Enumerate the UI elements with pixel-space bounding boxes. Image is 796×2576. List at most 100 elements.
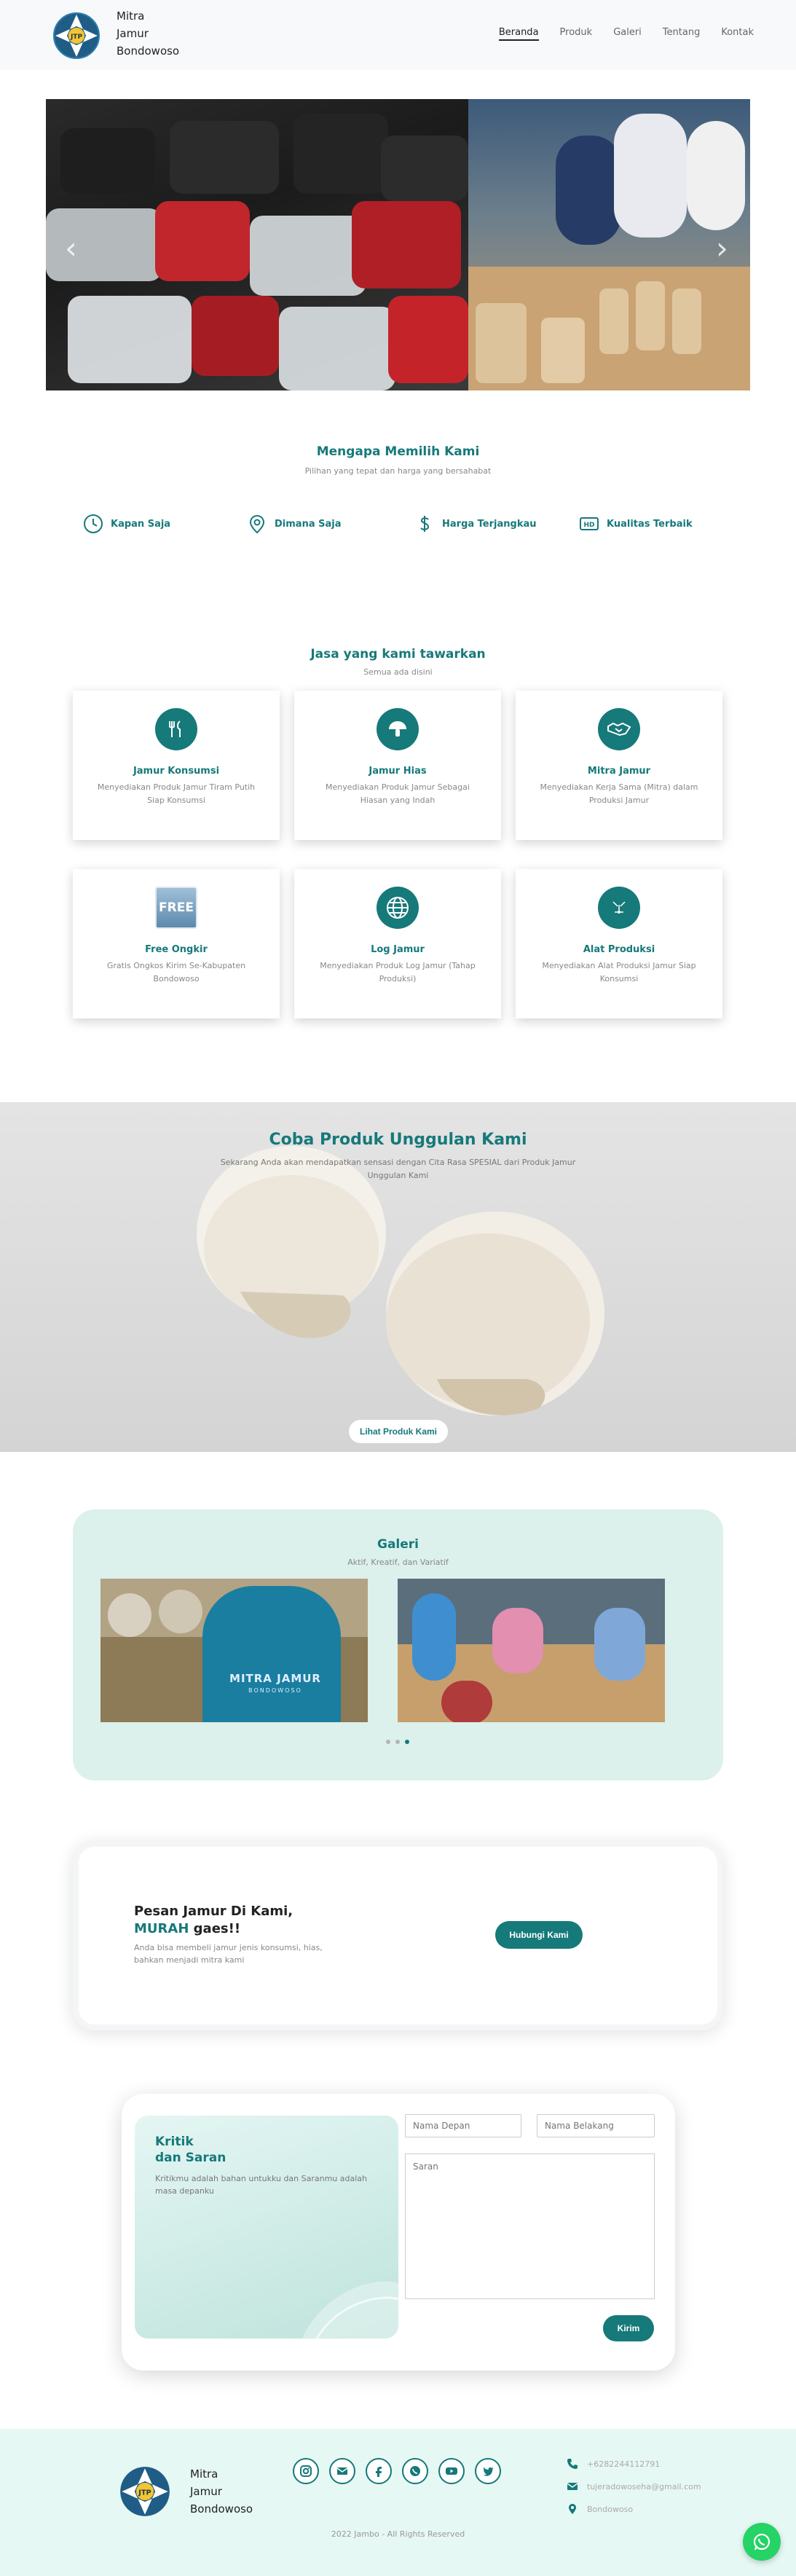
feedback-intro-panel: Kritik dan Saran Kritikmu adalah bahan u… bbox=[135, 2116, 398, 2339]
feature-anytime: Kapan Saja bbox=[83, 514, 170, 534]
footer-location[interactable]: Bondowoso bbox=[567, 2503, 701, 2515]
dollar-icon bbox=[420, 516, 430, 532]
promo-title: Coba Produk Unggulan Kami bbox=[269, 1131, 527, 1149]
nav-kontak[interactable]: Kontak bbox=[721, 27, 754, 41]
service-title: Log Jamur bbox=[371, 944, 425, 955]
handshake-icon bbox=[598, 708, 640, 750]
service-title: Jamur Konsumsi bbox=[133, 766, 220, 777]
nav-beranda[interactable]: Beranda bbox=[498, 27, 539, 41]
feature-quality: HD Kualitas Terbaik bbox=[579, 514, 693, 534]
nav-produk[interactable]: Produk bbox=[560, 27, 593, 41]
feature-label: Kapan Saja bbox=[111, 518, 171, 530]
promo-desc: Sekarang Anda akan mendapatkan sensasi d… bbox=[220, 1158, 576, 1180]
svg-text:JTP: JTP bbox=[138, 2489, 151, 2497]
gallery-subtitle: Aktif, Kreatif, dan Variatif bbox=[347, 1558, 449, 1567]
service-card-jamur-konsumsi[interactable]: Jamur Konsumsi Menyediakan Produk Jamur … bbox=[73, 691, 280, 840]
gallery-image-1[interactable]: MITRA JAMUR BONDOWOSO bbox=[101, 1579, 368, 1722]
service-desc: Menyediakan Produk Jamur Tiram Putih Sia… bbox=[97, 782, 256, 805]
brand-name[interactable]: Mitra Jamur Bondowoso bbox=[117, 7, 179, 60]
service-title: Jamur Hias bbox=[369, 766, 427, 777]
chevron-left-icon[interactable]: ‹ bbox=[65, 230, 77, 266]
footer-brand-3: Bondowoso bbox=[190, 2502, 253, 2516]
svg-text:HD: HD bbox=[583, 522, 594, 529]
hero-photo-mushroom-bags bbox=[46, 99, 468, 390]
whatsapp-float-button[interactable] bbox=[743, 2523, 781, 2561]
social-links bbox=[293, 2458, 501, 2484]
gallery-dot-2[interactable] bbox=[395, 1740, 400, 1744]
service-desc: Menyediakan Produk Jamur Sebagai Hiasan … bbox=[326, 782, 470, 805]
cta-line-1: Pesan Jamur Di Kami, bbox=[134, 1904, 293, 1919]
service-desc: Menyediakan Kerja Sama (Mitra) dalam Pro… bbox=[540, 782, 698, 805]
footer-email[interactable]: tujeradowoseha@gmail.com bbox=[567, 2481, 701, 2492]
last-name-input[interactable] bbox=[537, 2114, 655, 2137]
cta-heading: Pesan Jamur Di Kami, MURAH gaes!! bbox=[134, 1903, 293, 1938]
contact-us-button[interactable]: Hubungi Kami bbox=[495, 1921, 583, 1949]
footer-phone[interactable]: +6282244112791 bbox=[567, 2458, 701, 2470]
clock-icon bbox=[84, 514, 103, 533]
feedback-desc: Kritikmu adalah bahan untukku dan Saranm… bbox=[155, 2174, 368, 2196]
feedback-form-card: Kritik dan Saran Kritikmu adalah bahan u… bbox=[122, 2094, 675, 2371]
location-text: Bondowoso bbox=[587, 2504, 634, 2514]
instagram-icon[interactable] bbox=[293, 2458, 319, 2484]
youtube-icon[interactable] bbox=[438, 2458, 465, 2484]
cta-accent: MURAH bbox=[134, 1921, 189, 1936]
header: JTP Mitra Jamur Bondowoso Beranda Produk… bbox=[0, 0, 796, 70]
shirt-text: MITRA JAMUR bbox=[229, 1672, 321, 1685]
phone-icon bbox=[567, 2459, 578, 2469]
mushroom-icon bbox=[377, 708, 419, 750]
location-pin-icon bbox=[249, 514, 265, 534]
service-title: Free Ongkir bbox=[145, 944, 208, 955]
chevron-right-icon[interactable]: › bbox=[716, 230, 728, 266]
feature-label: Harga Terjangkau bbox=[442, 518, 537, 530]
free-badge-text: FREE bbox=[159, 900, 194, 915]
service-card-free-ongkir[interactable]: FREE Free Ongkir Gratis Ongkos Kirim Se-… bbox=[73, 869, 280, 1018]
service-desc: Gratis Ongkos Kirim Se-Kabupaten Bondowo… bbox=[106, 961, 246, 983]
footer: JTP Mitra Jamur Bondowoso +6282244112791… bbox=[0, 2429, 796, 2576]
copyright: 2022 Jambo - All Rights Reserved bbox=[331, 2529, 465, 2539]
facebook-icon[interactable] bbox=[366, 2458, 392, 2484]
service-card-log-jamur[interactable]: Log Jamur Menyediakan Produk Log Jamur (… bbox=[294, 869, 501, 1018]
whatsapp-icon[interactable] bbox=[402, 2458, 428, 2484]
why-title: Mengapa Memilih Kami bbox=[316, 444, 480, 459]
email-icon[interactable] bbox=[329, 2458, 355, 2484]
mail-icon bbox=[567, 2483, 578, 2490]
submit-button[interactable]: Kirim bbox=[603, 2315, 654, 2341]
gallery-image-2[interactable] bbox=[398, 1579, 665, 1722]
service-desc: Menyediakan Alat Produksi Jamur Siap Kon… bbox=[542, 961, 696, 983]
first-name-input[interactable] bbox=[405, 2114, 521, 2137]
footer-brand-1: Mitra bbox=[190, 2467, 218, 2481]
message-textarea[interactable] bbox=[405, 2153, 655, 2299]
footer-logo[interactable]: JTP bbox=[119, 2465, 171, 2518]
view-products-button[interactable]: Lihat Produk Kami bbox=[349, 1420, 448, 1443]
hero-carousel[interactable]: ‹ › bbox=[46, 99, 750, 390]
svg-text:JTP: JTP bbox=[70, 34, 82, 41]
gallery-dot-3[interactable] bbox=[405, 1740, 409, 1744]
cta-desc: Anda bisa membeli jamur jenis konsumsi, … bbox=[134, 1943, 323, 1965]
email-text: tujeradowoseha@gmail.com bbox=[587, 2481, 701, 2491]
feedback-title: Kritik dan Saran bbox=[155, 2134, 226, 2166]
service-card-alat-produksi[interactable]: Alat Produksi Menyediakan Alat Produksi … bbox=[516, 869, 722, 1018]
hd-icon: HD bbox=[580, 517, 599, 530]
nav-galeri[interactable]: Galeri bbox=[613, 27, 642, 41]
footer-brand: Mitra Jamur Bondowoso bbox=[190, 2465, 253, 2518]
service-desc: Menyediakan Produk Log Jamur (Tahap Prod… bbox=[320, 961, 476, 983]
location-icon bbox=[569, 2504, 576, 2514]
gallery-pagination bbox=[386, 1740, 409, 1744]
utensils-icon bbox=[155, 708, 197, 750]
service-card-jamur-hias[interactable]: Jamur Hias Menyediakan Produk Jamur Seba… bbox=[294, 691, 501, 840]
tools-icon bbox=[598, 887, 640, 929]
brand-line-1: Mitra bbox=[117, 9, 145, 23]
gallery-section: Galeri Aktif, Kreatif, dan Variatif MITR… bbox=[73, 1509, 723, 1780]
whatsapp-icon bbox=[753, 2533, 771, 2551]
gallery-dot-1[interactable] bbox=[386, 1740, 390, 1744]
hero-photo-workers bbox=[468, 99, 750, 390]
free-icon: FREE bbox=[155, 887, 197, 929]
service-card-mitra-jamur[interactable]: Mitra Jamur Menyediakan Kerja Sama (Mitr… bbox=[516, 691, 722, 840]
services-title: Jasa yang kami tawarkan bbox=[310, 647, 486, 661]
nav-tentang[interactable]: Tentang bbox=[663, 27, 701, 41]
feature-affordable: Harga Terjangkau bbox=[414, 514, 537, 534]
twitter-icon[interactable] bbox=[475, 2458, 501, 2484]
brand-logo[interactable]: JTP bbox=[52, 12, 101, 60]
service-title: Mitra Jamur bbox=[587, 766, 651, 777]
main-nav: Beranda Produk Galeri Tentang Kontak bbox=[498, 27, 754, 41]
